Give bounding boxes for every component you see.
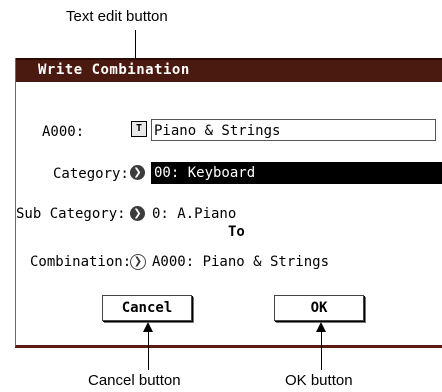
combination-value: A000: Piano & Strings (152, 254, 330, 270)
subcategory-label: Sub Category: (16, 206, 126, 222)
name-field[interactable]: Piano & Strings (151, 119, 436, 141)
subcategory-value: 0: A.Piano (152, 206, 237, 222)
dialog-titlebar: Write Combination (16, 58, 442, 82)
ok-button[interactable]: OK (274, 295, 364, 321)
category-field[interactable]: 00: Keyboard (151, 162, 442, 184)
combination-label: Combination: (30, 254, 132, 270)
text-edit-icon: T (135, 123, 143, 134)
cancel-callout: Cancel button (88, 372, 181, 389)
cancel-callout-line (148, 330, 149, 370)
text-edit-callout: Text edit button (66, 8, 168, 25)
category-popup-icon[interactable]: ❯ (130, 165, 145, 180)
ok-callout: OK button (285, 372, 353, 389)
text-edit-button[interactable]: T (131, 121, 147, 137)
combination-popup-icon[interactable]: ❯ (130, 254, 146, 270)
to-label: To (228, 224, 245, 240)
name-label: A000: (42, 124, 85, 140)
cancel-button[interactable]: Cancel (102, 295, 192, 321)
subcategory-popup-icon[interactable]: ❯ (130, 206, 145, 221)
dialog-title: Write Combination (38, 62, 190, 78)
category-label: Category: (53, 166, 129, 182)
write-combination-dialog: Write Combination A000: T Piano & String… (15, 58, 442, 348)
ok-callout-line (321, 330, 322, 370)
